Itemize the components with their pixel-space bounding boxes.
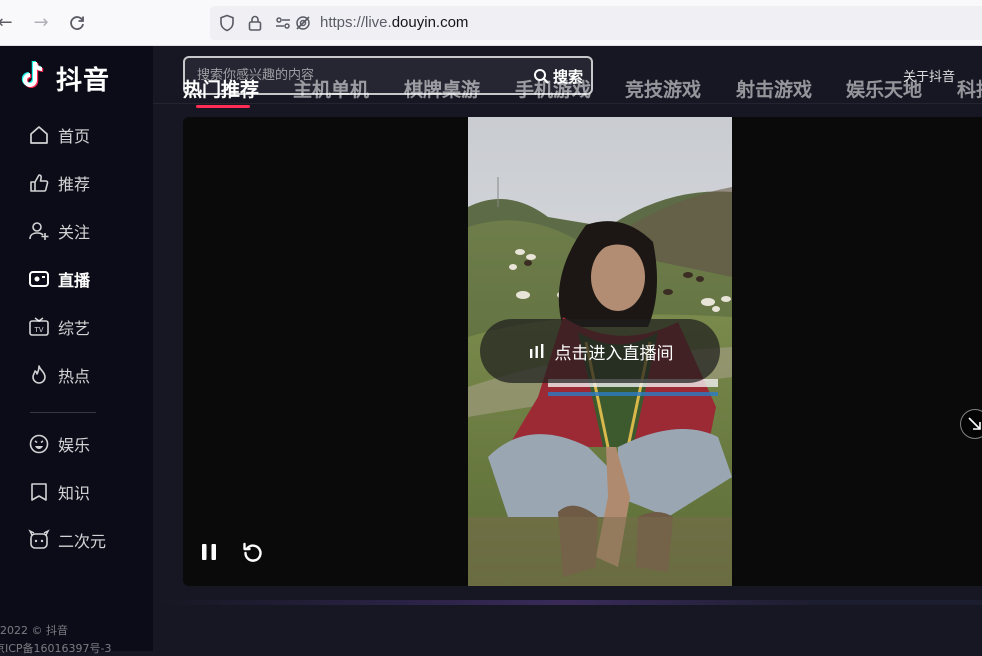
sidebar-item-live[interactable]: 直播 [28, 267, 90, 291]
user-plus-icon [29, 222, 49, 240]
enter-live-room-button[interactable]: 点击进入直播间 [480, 319, 720, 383]
bookmark-icon [31, 483, 47, 501]
sidebar-item-label: 推荐 [58, 175, 91, 194]
sidebar-item-hot[interactable]: 热点 [28, 363, 90, 387]
svg-text:TV: TV [33, 326, 43, 334]
thumbs-up-icon [30, 174, 49, 192]
sidebar-item-recommend[interactable]: 推荐 [28, 171, 90, 195]
shield-icon[interactable] [218, 14, 236, 32]
back-arrow-icon[interactable]: ← [0, 12, 16, 34]
active-tab-indicator [196, 105, 250, 108]
tab-hot-recommend[interactable]: 热门推荐 [183, 75, 259, 102]
tv-icon: TV [29, 317, 49, 336]
sidebar-scroll-fade [0, 566, 153, 616]
pause-icon[interactable] [197, 540, 221, 564]
sidebar-item-knowledge[interactable]: 知识 [28, 480, 90, 504]
tab-console-games[interactable]: 主机单机 [293, 75, 369, 102]
tracking-protection-icon[interactable] [294, 14, 312, 32]
forward-arrow-icon[interactable]: → [30, 12, 52, 34]
live-icon [29, 271, 49, 287]
tab-mobile-games[interactable]: 手机游戏 [515, 75, 591, 102]
tab-technology[interactable]: 科技 [957, 75, 982, 102]
sidebar: 抖音 首页 推荐 关注 直播 TV 综艺 热点 娱乐 知识 二次元 2022 ©… [0, 46, 153, 655]
category-tabs: 热门推荐 主机单机 棋牌桌游 手机游戏 竞技游戏 射击游戏 娱乐天地 科技 [183, 75, 982, 115]
sidebar-item-anime[interactable]: 二次元 [28, 528, 106, 552]
home-icon [30, 126, 48, 144]
tab-board-games[interactable]: 棋牌桌游 [404, 75, 480, 102]
sidebar-item-variety[interactable]: TV 综艺 [28, 315, 90, 339]
sidebar-item-entertainment[interactable]: 娱乐 [28, 432, 90, 456]
sidebar-item-label: 首页 [58, 127, 91, 146]
enter-live-label: 点击进入直播间 [554, 343, 674, 364]
reload-icon[interactable] [66, 12, 88, 34]
refresh-icon[interactable] [241, 540, 265, 564]
sidebar-item-label: 关注 [58, 223, 91, 242]
address-bar[interactable]: https://live.douyin.com [210, 6, 982, 40]
sidebar-item-label: 直播 [58, 271, 91, 290]
tab-competitive-games[interactable]: 竞技游戏 [625, 75, 701, 102]
sidebar-item-label: 娱乐 [58, 436, 91, 455]
sidebar-item-label: 热点 [58, 367, 91, 386]
expand-arrow-icon [968, 417, 981, 430]
live-player[interactable]: 点击进入直播间 [183, 117, 982, 586]
tab-entertainment[interactable]: 娱乐天地 [846, 75, 922, 102]
tab-shooting-games[interactable]: 射击游戏 [736, 75, 812, 102]
permissions-icon[interactable] [274, 14, 292, 32]
url-text: https://live.douyin.com [320, 14, 469, 31]
sidebar-item-home[interactable]: 首页 [28, 123, 90, 147]
browser-toolbar: ← → https://live.douyin.com [0, 0, 982, 46]
anime-icon [28, 529, 50, 549]
sidebar-item-label: 综艺 [58, 319, 91, 338]
douyin-logo[interactable]: 抖音 [20, 58, 140, 96]
flame-icon [32, 365, 46, 384]
footer-copyright: 2022 © 抖音 [0, 624, 68, 637]
sidebar-item-label: 二次元 [58, 532, 107, 551]
sidebar-item-label: 知识 [58, 484, 91, 503]
logo-text: 抖音 [56, 66, 111, 96]
bottom-strip [153, 600, 982, 605]
audio-bars-icon [529, 344, 543, 358]
smile-icon [29, 434, 49, 454]
sidebar-item-follow[interactable]: 关注 [28, 219, 90, 243]
douyin-note-icon [21, 60, 44, 88]
sidebar-divider [30, 412, 96, 413]
expand-panel-button[interactable] [960, 409, 982, 439]
lock-icon[interactable] [246, 14, 264, 32]
footer-icp[interactable]: 京ICP备16016397号-3 [0, 640, 112, 656]
